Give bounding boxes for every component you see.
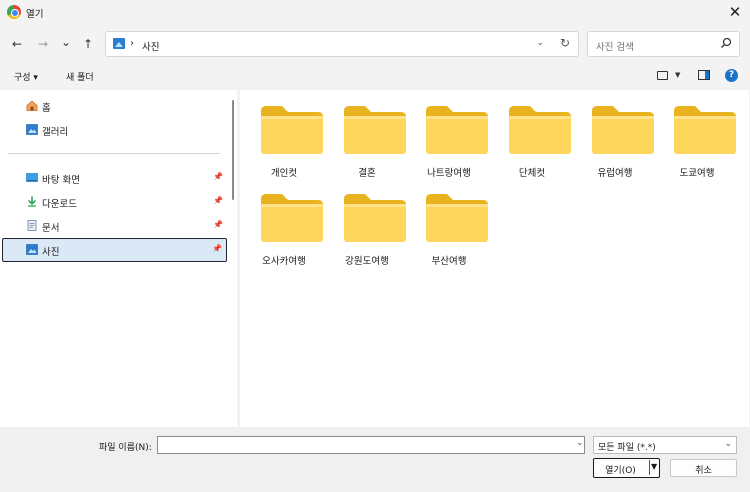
navigation-bar: ← → ⌄ ↑ › 사진 ⌄ ↻ 사진 검색 (0, 28, 750, 60)
filename-label: 파일 이름(N): (99, 443, 152, 453)
folder-label: 결혼 (358, 168, 376, 179)
folder-item[interactable]: 도쿄여행 (656, 103, 738, 187)
search-input[interactable]: 사진 검색 (596, 39, 634, 53)
folder-icon (592, 106, 654, 154)
search-icon[interactable] (720, 37, 732, 49)
folder-item[interactable]: 개인컷 (243, 103, 325, 187)
folder-icon (344, 194, 406, 242)
search-box[interactable]: 사진 검색 (587, 31, 740, 57)
sidebar-item-gallery[interactable]: 갤러리 (2, 118, 227, 142)
folder-item[interactable]: 단체컷 (491, 103, 573, 187)
command-bar: 구성 ▾ 새 폴더 ▼ ? (0, 64, 750, 88)
file-list: 개인컷 결혼 나트랑여행 단체컷 유럽여행 도쿄여행 오사카여행 강원도여행 부… (240, 90, 749, 427)
folder-item[interactable]: 부산여행 (408, 191, 490, 275)
recent-locations-chevron-icon[interactable]: ⌄ (58, 34, 74, 50)
new-folder-button[interactable]: 새 폴더 (66, 70, 94, 83)
forward-arrow-icon[interactable]: → (35, 36, 51, 52)
sidebar-item-label: 다운로드 (42, 199, 77, 210)
help-icon[interactable]: ? (725, 69, 738, 82)
sidebar-item-desktop[interactable]: 바탕 화면 📌 (2, 166, 227, 190)
sidebar-scrollbar[interactable] (232, 100, 234, 200)
sidebar-item-label: 갤러리 (42, 127, 69, 138)
sidebar-item-label: 바탕 화면 (42, 175, 80, 186)
open-options-dropdown-icon[interactable]: ▼ (651, 462, 657, 471)
sidebar-item-label: 문서 (42, 223, 60, 234)
folder-label: 강원도여행 (345, 256, 389, 267)
file-type-select[interactable]: 모든 파일 (*.*) ⌄ (593, 436, 737, 454)
back-arrow-icon[interactable]: ← (9, 36, 25, 52)
preview-pane-icon[interactable] (698, 70, 710, 80)
folder-icon (426, 106, 488, 154)
folder-label: 단체컷 (518, 168, 546, 179)
folder-icon (426, 194, 488, 242)
split-button-divider (649, 460, 650, 475)
sidebar-item-label: 사진 (42, 247, 60, 258)
view-options-icon[interactable] (657, 71, 668, 80)
folder-icon (261, 106, 323, 154)
folder-item[interactable]: 결혼 (326, 103, 408, 187)
organize-button[interactable]: 구성 ▾ (14, 70, 38, 83)
open-button[interactable]: 열기(O) ▼ (593, 458, 660, 478)
folder-item[interactable]: 나트랑여행 (408, 103, 490, 187)
title-bar: 열기 ✕ (0, 0, 750, 26)
sidebar-item-downloads[interactable]: 다운로드 📌 (2, 190, 227, 214)
refresh-icon[interactable]: ↻ (560, 36, 570, 50)
close-icon[interactable]: ✕ (720, 0, 750, 26)
home-icon (26, 100, 38, 111)
pin-icon[interactable]: 📌 (212, 244, 222, 253)
folder-item[interactable]: 유럽여행 (574, 103, 656, 187)
sidebar-item-label: 홈 (42, 103, 51, 114)
gallery-icon (26, 124, 38, 135)
document-icon (27, 220, 37, 231)
cancel-button[interactable]: 취소 (670, 459, 737, 477)
breadcrumb-pictures[interactable]: 사진 (142, 39, 159, 53)
folder-icon (509, 106, 571, 154)
pin-icon[interactable]: 📌 (213, 172, 223, 181)
pictures-folder-icon (113, 38, 125, 49)
open-button-label: 열기(O) (605, 466, 636, 476)
file-type-value: 모든 파일 (*.*) (598, 443, 656, 453)
folder-item[interactable]: 강원도여행 (326, 191, 408, 275)
folder-icon (344, 106, 406, 154)
folder-label: 나트랑여행 (427, 168, 471, 179)
folder-label: 도쿄여행 (679, 168, 715, 179)
folder-icon (261, 194, 323, 242)
folder-label: 부산여행 (431, 256, 467, 267)
folder-icon (674, 106, 736, 154)
sidebar-item-pictures[interactable]: 사진 📌 (2, 238, 227, 262)
folder-label: 오사카여행 (262, 256, 306, 267)
breadcrumb-separator[interactable]: › (130, 38, 134, 49)
desktop-icon (26, 173, 38, 182)
view-dropdown-icon[interactable]: ▼ (675, 71, 680, 79)
sidebar-divider (8, 153, 220, 154)
window-title: 열기 (26, 9, 44, 20)
dialog-footer: 파일 이름(N): ⌄ 모든 파일 (*.*) ⌄ 열기(O) ▼ 취소 (0, 427, 750, 492)
sidebar-item-home[interactable]: 홈 (2, 94, 227, 118)
pictures-icon (26, 244, 38, 255)
file-type-dropdown-icon[interactable]: ⌄ (724, 439, 732, 449)
pin-icon[interactable]: 📌 (213, 196, 223, 205)
sidebar-item-documents[interactable]: 문서 📌 (2, 214, 227, 238)
folder-label: 개인컷 (270, 168, 298, 179)
pin-icon[interactable]: 📌 (213, 220, 223, 229)
address-dropdown-icon[interactable]: ⌄ (536, 38, 544, 48)
chrome-app-icon (7, 5, 21, 19)
filename-input[interactable] (157, 436, 585, 454)
download-icon (27, 196, 37, 207)
folder-label: 유럽여행 (597, 168, 633, 179)
up-arrow-icon[interactable]: ↑ (80, 36, 96, 52)
navigation-pane: 홈 갤러리 바탕 화면 📌 다운로드 📌 문서 📌 사진 📌 (0, 90, 237, 427)
folder-item[interactable]: 오사카여행 (243, 191, 325, 275)
address-bar[interactable]: › 사진 ⌄ ↻ (105, 31, 579, 57)
